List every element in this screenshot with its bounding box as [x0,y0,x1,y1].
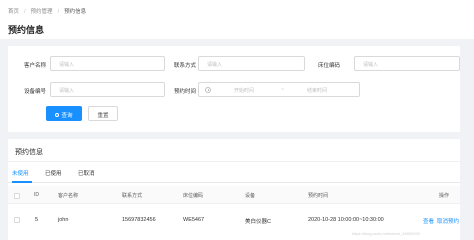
reservation-time-range-picker[interactable]: 开始时间 ~ 结束时间 [198,82,360,97]
header-divider [8,203,460,204]
list-title: 预约信息 [15,149,43,156]
reset-button[interactable]: 重置 [88,106,118,121]
watermark: https://blog.csdn.net/weixin_46000000 [352,231,421,236]
customer-name-label: 客户名称 [23,63,46,69]
device-code-input[interactable]: 请输入 [50,82,165,97]
select-all-checkbox[interactable] [14,193,20,199]
reset-button-label: 重置 [97,113,109,119]
clock-icon [205,87,211,93]
divider [8,161,460,162]
active-tab-indicator [12,181,32,183]
column-header-time: 预约时间 [308,193,329,199]
bed-code-input[interactable]: 请输入 [354,56,460,71]
reservation-time-label: 预约时间 [173,89,196,95]
tab-used[interactable]: 已使用 [45,169,62,177]
cell-device: 美白仪器C [245,219,271,225]
tabs-divider [8,182,460,183]
start-time-placeholder[interactable]: 开始时间 [234,87,254,94]
column-header-id: ID [34,192,39,198]
cell-time: 2020-10-28 10:00:00~10:30:00 [308,217,384,223]
breadcrumb-current: 预约信息 [64,9,87,15]
bed-code-label: 床位编码 [317,63,340,69]
cancel-reservation-link[interactable]: 取消预约 [437,217,459,225]
range-separator: ~ [281,87,284,93]
column-header-actions: 操作 [439,193,450,199]
cell-contact: 15697832456 [122,217,156,223]
breadcrumb-home[interactable]: 首页 [8,9,19,15]
breadcrumb-separator: / [57,9,60,15]
tab-unused[interactable]: 未使用 [12,169,29,177]
contact-input[interactable]: 请输入 [198,56,305,71]
view-link[interactable]: 查看 [423,217,434,225]
breadcrumb-separator: / [24,9,26,15]
cell-customer: john [58,217,69,223]
cell-id: 5 [35,217,39,223]
row-checkbox[interactable] [14,217,20,223]
reservation-list-card: 预约信息 未使用 已使用 已取消 ID 客户名称 联系方式 床位编码 设备 预约… [8,139,460,240]
column-header-customer: 客户名称 [58,193,79,199]
contact-label: 联系方式 [173,63,196,69]
column-header-device: 设备 [245,193,256,199]
end-time-placeholder[interactable]: 结束时间 [307,87,327,94]
column-header-bed-code: 床位编码 [183,193,204,199]
cell-bed-code: WE5467 [183,217,205,223]
search-form-card: 客户名称 请输入 联系方式 请输入 床位编码 请输入 设备编号 请输入 预约时间… [8,46,460,132]
breadcrumb-reservation-management[interactable]: 预约管理 [31,9,53,15]
query-button-label: 查询 [61,113,73,119]
search-icon [55,113,60,117]
query-button[interactable]: 查询 [46,106,82,121]
page-title: 预约信息 [0,19,474,39]
device-code-label: 设备编号 [23,89,46,95]
breadcrumb: 首页 / 预约管理 / 预约信息 [0,0,474,19]
customer-name-input[interactable]: 请输入 [50,56,165,71]
tab-cancelled[interactable]: 已取消 [78,169,95,177]
column-header-contact: 联系方式 [122,193,143,199]
